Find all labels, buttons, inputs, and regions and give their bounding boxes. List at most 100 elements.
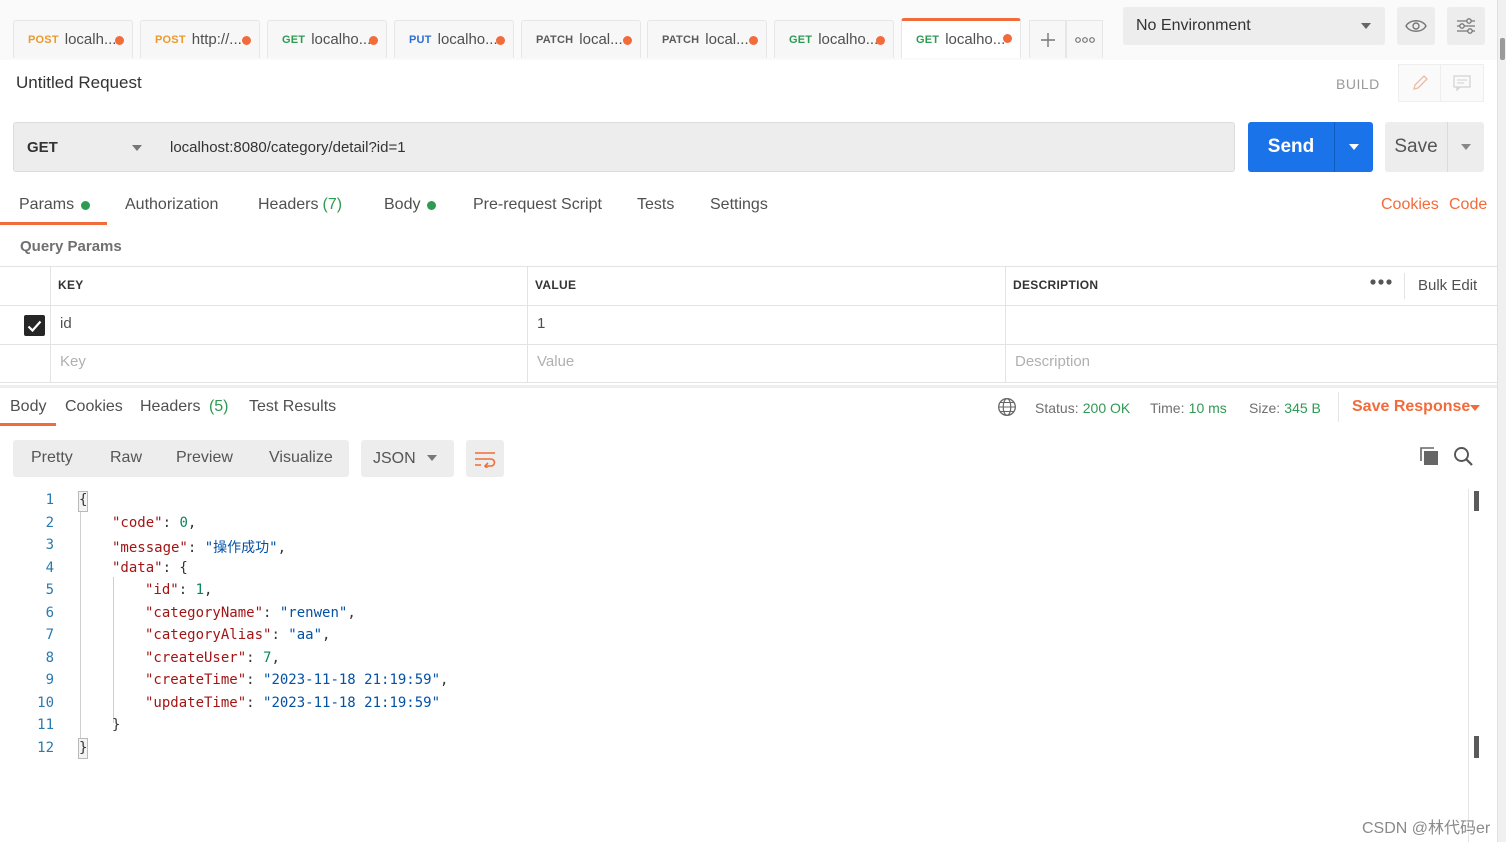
window-scrollbar-thumb[interactable] — [1500, 38, 1505, 60]
tab-settings[interactable]: Settings — [710, 196, 768, 214]
plus-icon — [1040, 32, 1055, 47]
tab-options-button[interactable] — [1066, 20, 1103, 58]
request-tab[interactable]: GET localho... — [774, 20, 894, 58]
line-number: 3 — [45, 537, 54, 553]
network-info-button[interactable] — [997, 397, 1017, 421]
tab-prerequest-script[interactable]: Pre-request Script — [473, 196, 602, 214]
request-tab[interactable]: POST http://... — [140, 20, 260, 58]
url-input[interactable] — [156, 122, 1235, 172]
watermark: CSDN @林代码er — [1362, 820, 1491, 837]
request-tab[interactable]: PATCH local... — [647, 20, 767, 58]
method-badge: PATCH — [536, 33, 574, 46]
comments-button[interactable] — [1440, 64, 1484, 102]
method-badge: GET — [916, 33, 940, 46]
save-response-button[interactable]: Save Response — [1352, 398, 1470, 416]
response-format-group: Pretty Raw Preview Visualize — [13, 440, 349, 477]
response-time[interactable]: Time: 10 ms — [1150, 400, 1227, 417]
code-link[interactable]: Code — [1449, 196, 1487, 214]
scrollbar-track[interactable] — [1468, 489, 1469, 842]
bulk-edit-link[interactable]: Bulk Edit — [1418, 277, 1477, 294]
param-key-cell[interactable]: id — [60, 315, 72, 332]
environment-select[interactable]: No Environment — [1123, 7, 1385, 45]
row-divider — [0, 382, 1497, 383]
code-line: } — [112, 717, 120, 733]
http-method-select[interactable]: GET — [13, 122, 157, 172]
request-tab[interactable]: PATCH local... — [521, 20, 641, 58]
format-raw-button[interactable]: Raw — [110, 449, 142, 467]
query-params-table: KEY VALUE DESCRIPTION Bulk Edit id 1 Key… — [0, 266, 1497, 383]
line-number: 6 — [45, 604, 54, 621]
manage-environments-button[interactable] — [1447, 7, 1485, 45]
response-body-viewer[interactable]: 1 2 3 4 5 6 7 8 9 10 11 12 { "code": 0, … — [0, 489, 1480, 769]
method-badge: GET — [282, 33, 306, 46]
tab-headers[interactable]: Headers (7) — [258, 196, 342, 214]
wrap-lines-button[interactable] — [466, 440, 504, 477]
checkmark-icon — [27, 320, 42, 332]
column-options-button[interactable] — [1370, 273, 1392, 290]
chevron-down-icon[interactable] — [1470, 405, 1480, 411]
copy-response-button[interactable] — [1419, 446, 1440, 471]
window-scrollbar[interactable] — [1497, 0, 1506, 842]
request-tab[interactable]: GET localho... — [267, 20, 387, 58]
query-params-title: Query Params — [20, 238, 122, 255]
tab-url: localho... — [818, 31, 879, 48]
request-tab-active[interactable]: GET localho... — [901, 18, 1021, 58]
edit-request-button[interactable] — [1398, 64, 1442, 102]
response-language-select[interactable]: JSON — [361, 440, 454, 477]
json-key: "message" — [112, 540, 188, 556]
param-value-cell[interactable]: 1 — [537, 315, 545, 332]
tab-body-label: Body — [384, 196, 421, 213]
environment-quick-look-button[interactable] — [1397, 7, 1435, 45]
request-tab[interactable]: POST localh... — [13, 20, 133, 58]
format-visualize-button[interactable]: Visualize — [269, 449, 333, 467]
active-tab-underline — [0, 423, 56, 426]
param-enabled-checkbox[interactable] — [24, 315, 45, 336]
headers-count: (7) — [322, 196, 343, 213]
copy-icon — [1420, 447, 1438, 465]
format-pretty-button[interactable]: Pretty — [31, 449, 73, 467]
unsaved-dot-icon — [1003, 34, 1012, 43]
new-param-key-input[interactable]: Key — [60, 353, 86, 370]
new-tab-button[interactable] — [1029, 20, 1066, 58]
tab-authorization[interactable]: Authorization — [125, 196, 218, 214]
response-tab-cookies[interactable]: Cookies — [65, 398, 123, 416]
row-divider — [0, 305, 1497, 306]
search-response-button[interactable] — [1453, 446, 1474, 471]
code-line: "message": "操作成功", — [112, 540, 287, 556]
send-button[interactable]: Send — [1248, 122, 1334, 172]
scrollbar-thumb[interactable] — [1474, 491, 1479, 511]
line-number: 10 — [37, 694, 54, 711]
size-label: Size: — [1249, 400, 1281, 416]
unsaved-dot-icon — [115, 36, 124, 45]
size-value: 345 B — [1284, 400, 1321, 416]
response-tab-test-results[interactable]: Test Results — [249, 398, 336, 416]
response-status[interactable]: Status: 200 OK — [1035, 400, 1130, 417]
response-tab-headers[interactable]: Headers (5) — [140, 398, 229, 416]
send-options-button[interactable] — [1334, 122, 1373, 172]
line-number: 8 — [45, 649, 54, 666]
line-number: 4 — [45, 559, 54, 576]
new-param-description-input[interactable]: Description — [1015, 353, 1090, 370]
column-divider — [50, 267, 51, 383]
response-size[interactable]: Size: 345 B — [1249, 400, 1321, 417]
scrollbar-thumb[interactable] — [1474, 736, 1479, 758]
response-headers-label: Headers — [140, 398, 201, 415]
save-button[interactable]: Save — [1385, 122, 1447, 172]
tab-tests[interactable]: Tests — [637, 196, 674, 214]
save-options-button[interactable] — [1447, 122, 1484, 172]
format-preview-button[interactable]: Preview — [176, 449, 233, 467]
request-tab[interactable]: PUT localho... — [394, 20, 514, 58]
tab-body[interactable]: Body — [384, 196, 437, 214]
cookies-link[interactable]: Cookies — [1381, 196, 1439, 214]
tab-prerequest-label: Pre-request Script — [473, 196, 602, 213]
tab-url: local... — [705, 31, 749, 48]
request-title[interactable]: Untitled Request — [16, 73, 142, 93]
response-tab-body[interactable]: Body — [10, 398, 46, 416]
method-badge: POST — [155, 33, 186, 46]
code-line: "categoryAlias": "aa", — [145, 627, 331, 643]
tab-params[interactable]: Params — [19, 196, 91, 214]
json-punct: } — [79, 739, 88, 756]
pane-resize-divider[interactable] — [0, 385, 1497, 388]
json-key: "id" — [145, 582, 179, 598]
new-param-value-input[interactable]: Value — [537, 353, 574, 370]
